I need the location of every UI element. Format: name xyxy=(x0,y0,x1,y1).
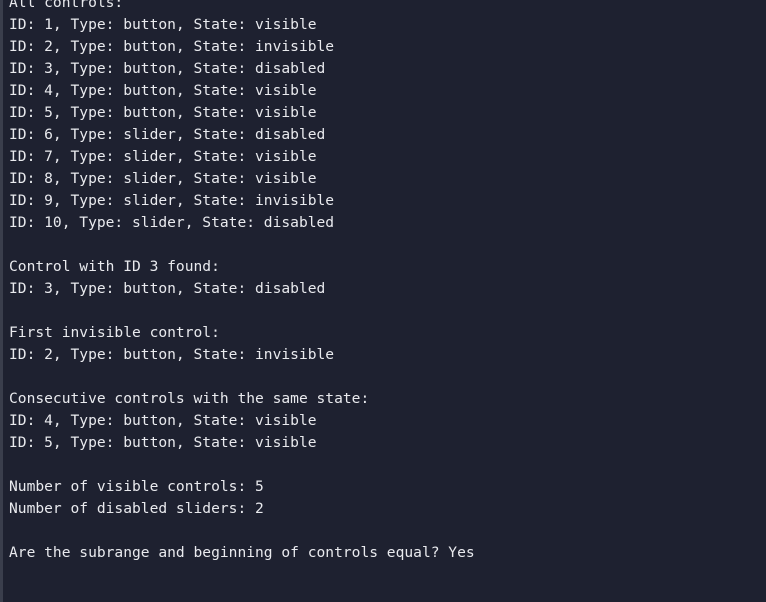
output-blank-line xyxy=(9,366,766,388)
output-line-disabled-sliders-count: Number of disabled sliders: 2 xyxy=(9,500,264,517)
output-line: ID: 2, Type: button, State: invisible xyxy=(9,346,335,363)
output-line: ID: 5, Type: button, State: visible xyxy=(9,104,317,121)
terminal-window[interactable]: All controls: ID: 1, Type: button, State… xyxy=(0,0,766,602)
output-line: ID: 1, Type: button, State: visible xyxy=(9,16,317,33)
output-line-consecutive-header: Consecutive controls with the same state… xyxy=(9,390,370,407)
output-blank-line xyxy=(9,300,766,322)
console-output: All controls: ID: 1, Type: button, State… xyxy=(9,0,766,564)
output-blank-line xyxy=(9,520,766,542)
output-line: ID: 4, Type: button, State: visible xyxy=(9,412,317,429)
output-line: ID: 2, Type: button, State: invisible xyxy=(9,38,335,55)
output-line: ID: 3, Type: button, State: disabled xyxy=(9,60,326,77)
output-line: ID: 5, Type: button, State: visible xyxy=(9,434,317,451)
output-line-subrange-result: Are the subrange and beginning of contro… xyxy=(9,544,475,561)
output-line: ID: 3, Type: button, State: disabled xyxy=(9,280,326,297)
output-line-visible-count: Number of visible controls: 5 xyxy=(9,478,264,495)
output-line-first-invisible-header: First invisible control: xyxy=(9,324,220,341)
output-line-found-header: Control with ID 3 found: xyxy=(9,258,220,275)
output-line: ID: 7, Type: slider, State: visible xyxy=(9,148,317,165)
output-line: ID: 4, Type: button, State: visible xyxy=(9,82,317,99)
output-blank-line xyxy=(9,454,766,476)
output-line: ID: 6, Type: slider, State: disabled xyxy=(9,126,326,143)
output-line: ID: 9, Type: slider, State: invisible xyxy=(9,192,335,209)
window-left-border xyxy=(0,0,3,602)
output-line-all-controls-header: All controls: xyxy=(9,0,124,11)
output-line: ID: 8, Type: slider, State: visible xyxy=(9,170,317,187)
output-line: ID: 10, Type: slider, State: disabled xyxy=(9,214,335,231)
output-blank-line xyxy=(9,234,766,256)
